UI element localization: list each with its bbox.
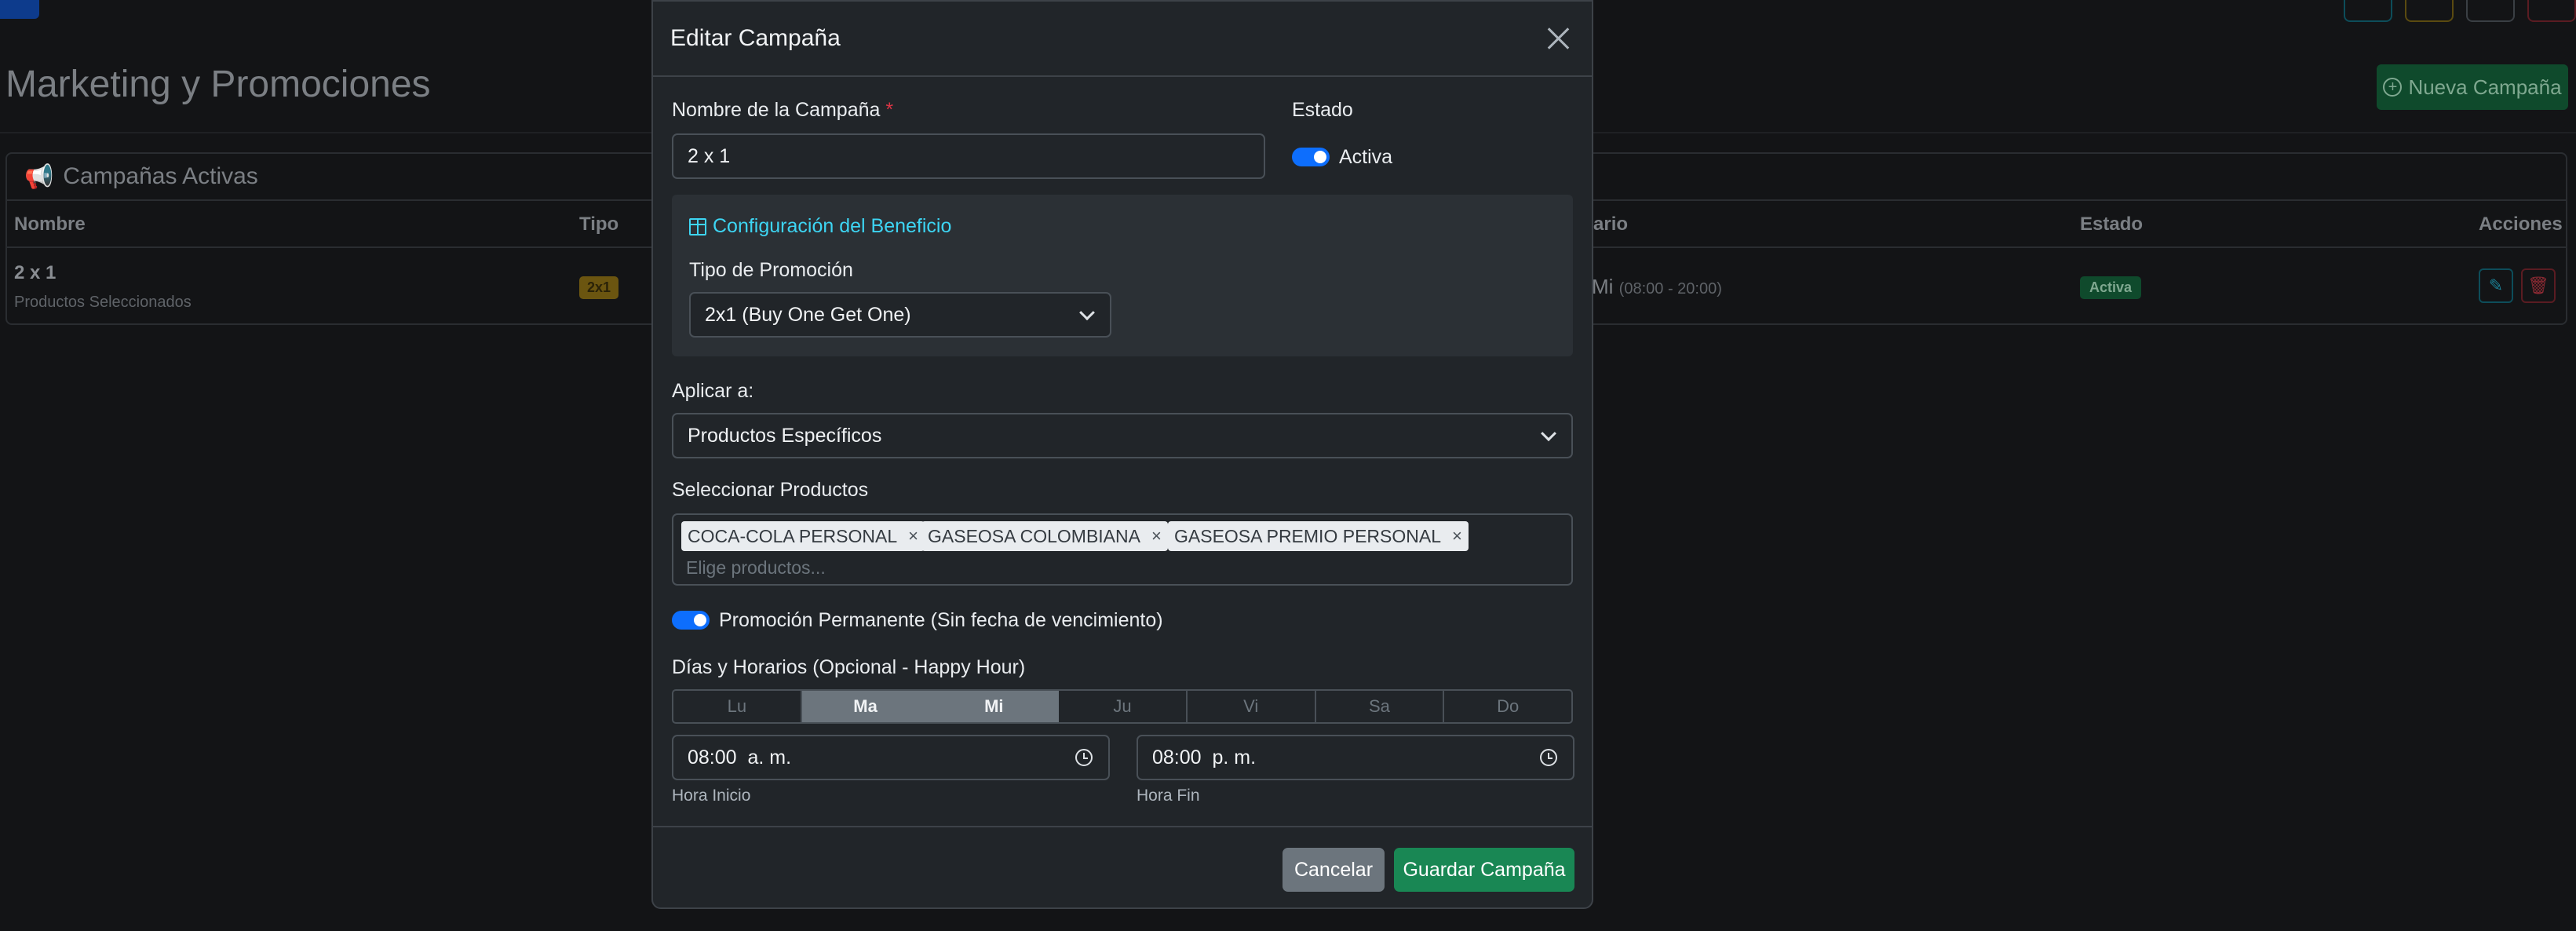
product-tag: GASEOSA PREMIO PERSONAL × [1168, 521, 1469, 551]
clock-icon[interactable] [1075, 749, 1093, 766]
modal-footer: Cancelar Guardar Campaña [653, 826, 1592, 909]
products-placeholder[interactable]: Elige productos... [686, 557, 826, 579]
th-tipo: Tipo [579, 214, 619, 235]
cancel-button[interactable]: Cancelar [1283, 848, 1385, 892]
bell-icon[interactable] [2405, 0, 2454, 22]
apply-value: Productos Específicos [688, 424, 882, 447]
row-horario-time: (08:00 - 20:00) [1618, 280, 1722, 298]
chevron-down-icon [1541, 425, 1556, 442]
product-tag-label: GASEOSA COLOMBIANA [928, 525, 1140, 546]
required-mark: * [885, 99, 894, 121]
edit-icon[interactable]: ✎ [2479, 268, 2513, 303]
estado-label: Estado [1292, 99, 1353, 121]
row-campaign-name: 2 x 1 [14, 262, 57, 283]
benefit-title-text: Configuración del Beneficio [713, 215, 952, 237]
product-tag: COCA-COLA PERSONAL × [681, 521, 925, 551]
new-campaign-button[interactable]: + Nueva Campaña [2377, 64, 2568, 110]
gift-icon [689, 217, 706, 235]
close-icon[interactable] [1543, 23, 1574, 54]
product-tag: GASEOSA COLOMBIANA × [921, 521, 1168, 551]
remove-tag-icon[interactable]: × [1151, 526, 1162, 546]
apply-select[interactable]: Productos Específicos [672, 413, 1573, 458]
benefit-title: Configuración del Beneficio [689, 215, 951, 238]
new-campaign-label: Nueva Campaña [2408, 75, 2562, 99]
top-toolbar [2344, 0, 2576, 22]
products-multiselect[interactable]: COCA-COLA PERSONAL × GASEOSA COLOMBIANA … [672, 513, 1573, 586]
menu-toggle-button[interactable] [0, 0, 39, 19]
start-time-label: Hora Inicio [672, 787, 751, 805]
permanent-label: Promoción Permanente (Sin fecha de venci… [719, 609, 1163, 631]
apply-label: Aplicar a: [672, 380, 754, 402]
permanent-toggle[interactable] [672, 611, 710, 630]
start-time-value: 08:00 a. m. [688, 746, 792, 769]
plus-circle-icon: + [2383, 78, 2403, 97]
product-tag-label: GASEOSA PREMIO PERSONAL [1174, 525, 1441, 546]
day-button[interactable]: Lu [673, 691, 802, 722]
promo-type-value: 2x1 (Buy One Get One) [705, 303, 911, 326]
end-time-input[interactable]: 08:00 p. m. [1137, 735, 1574, 780]
gear-icon[interactable] [2466, 0, 2515, 22]
day-selector: Lu Ma Mi Ju Vi Sa Do [672, 689, 1573, 724]
promo-type-label: Tipo de Promoción [689, 259, 853, 281]
end-time-label: Hora Fin [1137, 787, 1200, 805]
day-button[interactable]: Mi [930, 691, 1060, 722]
row-horario: Mi (08:00 - 20:00) [1592, 275, 1722, 299]
save-campaign-button[interactable]: Guardar Campaña [1394, 848, 1574, 892]
campaign-name-label: Nombre de la Campaña * [672, 99, 893, 122]
end-time-value: 08:00 p. m. [1152, 746, 1257, 769]
th-horario: ario [1593, 214, 1629, 235]
product-tag-label: COCA-COLA PERSONAL [688, 525, 898, 546]
clock-icon[interactable] [1540, 749, 1557, 766]
row-horario-days: Mi [1592, 275, 1614, 298]
chevron-down-icon [1079, 305, 1095, 321]
day-button[interactable]: Vi [1188, 691, 1316, 722]
edit-campaign-modal: Editar Campaña Nombre de la Campaña * 2 … [651, 0, 1593, 909]
products-label: Seleccionar Productos [672, 479, 869, 501]
modal-header: Editar Campaña [653, 2, 1592, 77]
th-estado: Estado [2080, 214, 2144, 235]
status-badge: Activa [2080, 276, 2142, 299]
day-button[interactable]: Sa [1316, 691, 1445, 722]
start-time-input[interactable]: 08:00 a. m. [672, 735, 1110, 780]
modal-title: Editar Campaña [670, 25, 841, 51]
remove-tag-icon[interactable]: × [908, 526, 918, 546]
schedule-label: Días y Horarios (Opcional - Happy Hour) [672, 656, 1026, 678]
estado-value: Activa [1339, 146, 1393, 168]
day-button[interactable]: Do [1444, 691, 1571, 722]
remove-tag-icon[interactable]: × [1452, 526, 1462, 546]
trash-icon[interactable]: 🗑 [2521, 268, 2556, 303]
promo-type-select[interactable]: 2x1 (Buy One Get One) [689, 292, 1111, 338]
day-button[interactable]: Ju [1059, 691, 1188, 722]
logout-icon[interactable] [2527, 0, 2576, 22]
estado-toggle[interactable] [1292, 148, 1330, 166]
th-nombre: Nombre [14, 214, 86, 235]
card-title: Campañas Activas [63, 163, 258, 189]
megaphone-icon: 📢 [24, 163, 54, 190]
benefit-config-panel: Configuración del Beneficio Tipo de Prom… [672, 195, 1573, 356]
type-badge: 2x1 [579, 276, 619, 299]
store-icon[interactable] [2344, 0, 2392, 22]
campaign-name-label-text: Nombre de la Campaña [672, 99, 881, 121]
th-acciones: Acciones [2479, 214, 2563, 235]
row-campaign-sub: Productos Seleccionados [14, 294, 192, 311]
campaign-name-input[interactable]: 2 x 1 [672, 133, 1265, 179]
page-title: Marketing y Promociones [5, 64, 431, 105]
day-button[interactable]: Ma [801, 691, 931, 722]
